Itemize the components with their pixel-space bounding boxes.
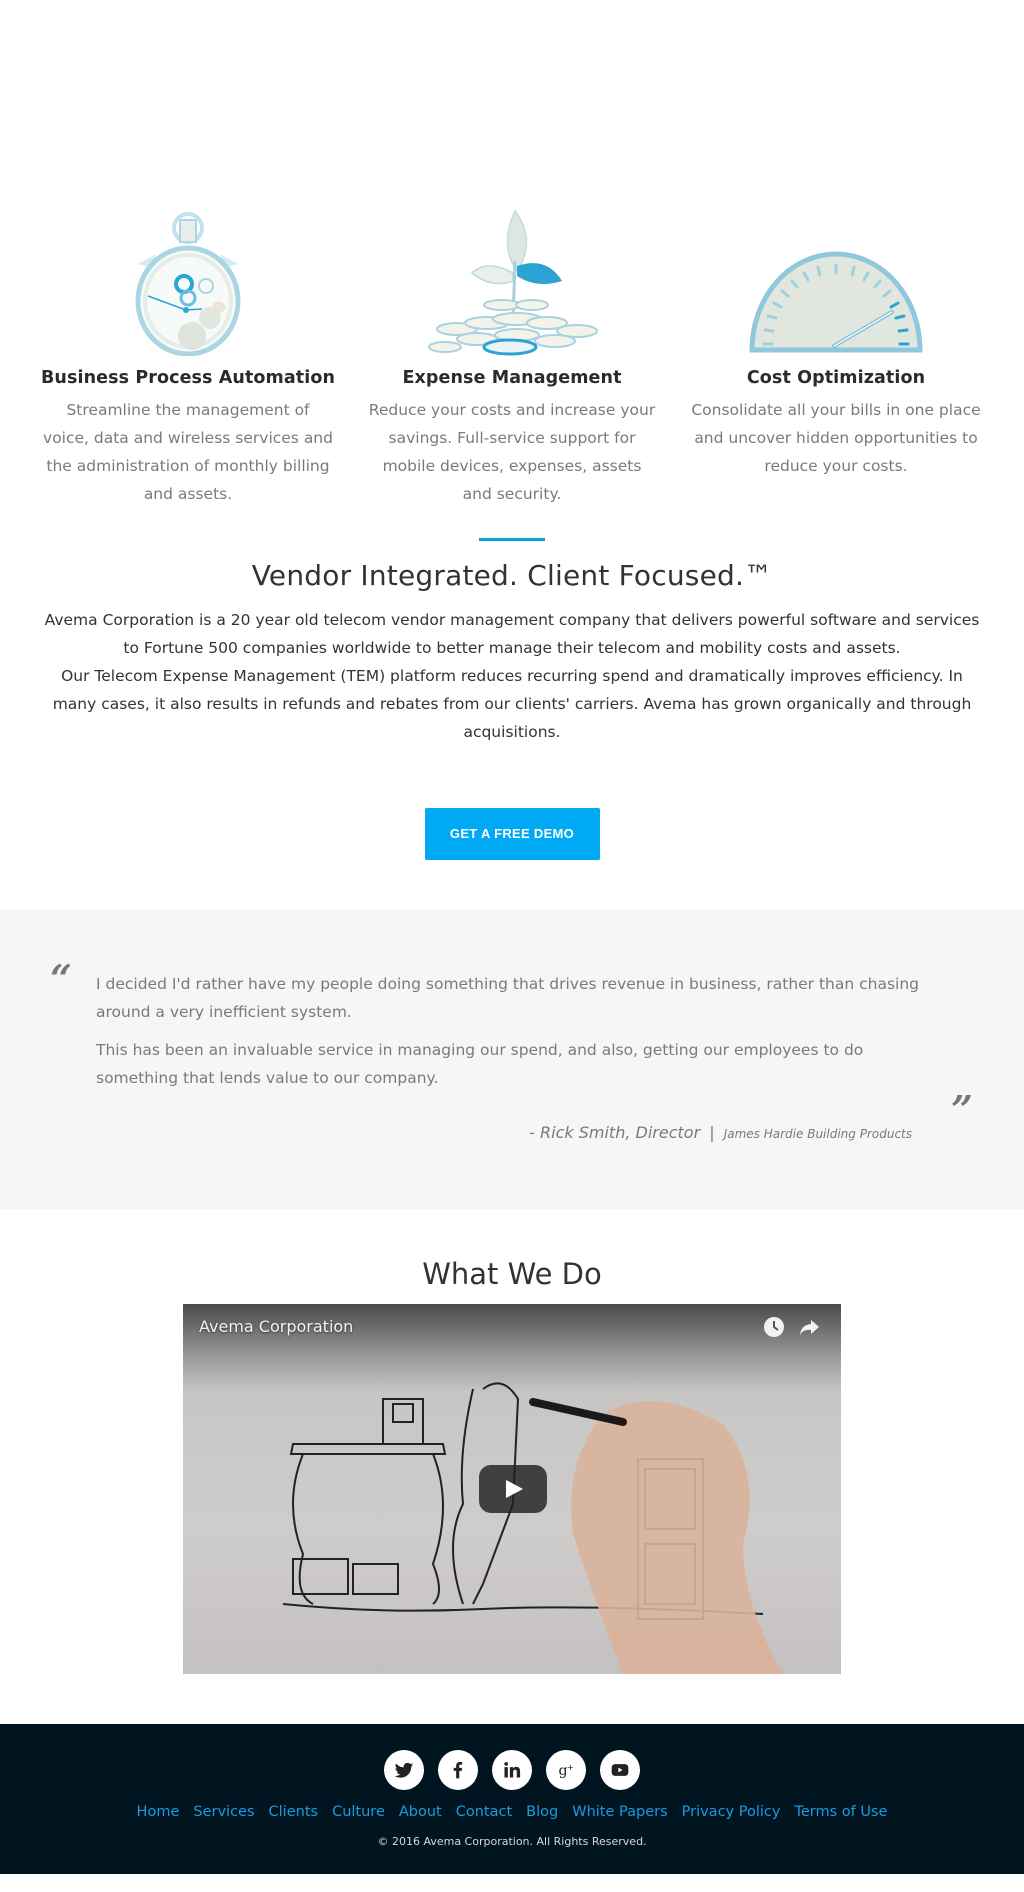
feature-description: Reduce your costs and increase your savi…	[368, 401, 656, 503]
close-quote-icon: ”	[951, 1087, 973, 1132]
linkedin-icon[interactable]	[492, 1750, 532, 1790]
about-section: Vendor Integrated. Client Focused.™ Avem…	[0, 538, 1024, 910]
testimonial-section: “ I decided I'd rather have my people do…	[0, 910, 1024, 1209]
top-spacer	[0, 0, 1024, 196]
footer-link-services[interactable]: Services	[193, 1804, 254, 1820]
attribution-separator: |	[709, 1123, 715, 1142]
testimonial-company: James Hardie Building Products	[723, 1127, 912, 1141]
feature-cost-optimization: Cost Optimization Consolidate all your b…	[681, 196, 991, 508]
footer-link-privacy-policy[interactable]: Privacy Policy	[682, 1804, 781, 1820]
feature-title: Business Process Automation	[40, 368, 336, 388]
open-quote-icon: “	[50, 956, 72, 1001]
testimonial-quote: I decided I'd rather have my people doin…	[96, 970, 926, 1102]
footer-nav: Home Services Clients Culture About Cont…	[0, 1804, 1024, 1820]
footer-link-clients[interactable]: Clients	[269, 1804, 319, 1820]
money-plant-icon	[357, 196, 667, 356]
copyright: © 2016 Avema Corporation. All Rights Res…	[377, 1835, 647, 1848]
social-links: g +	[0, 1750, 1024, 1790]
what-we-do-heading: What We Do	[422, 1257, 602, 1291]
video-title: Avema Corporation	[199, 1317, 354, 1336]
facebook-icon[interactable]	[438, 1750, 478, 1790]
site-footer: g + Home Services Clients Culture About C…	[0, 1724, 1024, 1874]
testimonial-attribution: - Rick Smith, Director | James Hardie Bu…	[529, 1123, 912, 1142]
features-section: Business Process Automation Streamline t…	[0, 196, 1024, 508]
bottom-spacer	[0, 1674, 1024, 1724]
footer-link-terms-of-use[interactable]: Terms of Use	[794, 1804, 887, 1820]
share-icon[interactable]	[798, 1316, 820, 1338]
watch-later-icon[interactable]	[763, 1316, 785, 1338]
feature-description: Streamline the management of voice, data…	[43, 401, 333, 503]
youtube-icon[interactable]	[600, 1750, 640, 1790]
svg-text:+: +	[567, 1762, 574, 1772]
twitter-icon[interactable]	[384, 1750, 424, 1790]
speedometer-icon	[681, 196, 991, 356]
feature-title: Cost Optimization	[746, 368, 926, 388]
testimonial-line: This has been an invaluable service in m…	[96, 1041, 864, 1087]
what-we-do-section: What We Do Avema Corporation	[0, 1209, 1024, 1674]
cta-wrapper: GET A FREE DEMO	[40, 746, 984, 910]
footer-link-blog[interactable]: Blog	[526, 1804, 558, 1820]
footer-link-home[interactable]: Home	[137, 1804, 180, 1820]
feature-title: Expense Management	[402, 368, 622, 388]
testimonial-line: I decided I'd rather have my people doin…	[96, 975, 920, 1021]
footer-link-about[interactable]: About	[399, 1804, 442, 1820]
feature-business-process-automation: Business Process Automation Streamline t…	[33, 196, 343, 508]
footer-link-culture[interactable]: Culture	[332, 1804, 385, 1820]
footer-link-contact[interactable]: Contact	[456, 1804, 512, 1820]
about-heading: Vendor Integrated. Client Focused.™	[251, 559, 773, 592]
about-paragraph-2: Our Telecom Expense Management (TEM) pla…	[52, 667, 972, 741]
video-player[interactable]: Avema Corporation	[183, 1304, 841, 1674]
footer-link-white-papers[interactable]: White Papers	[572, 1804, 667, 1820]
section-divider	[479, 538, 545, 541]
feature-description: Consolidate all your bills in one place …	[691, 401, 981, 475]
testimonial-author: - Rick Smith, Director	[529, 1123, 701, 1142]
stopwatch-icon	[33, 196, 343, 356]
about-paragraph-1: Avema Corporation is a 20 year old telec…	[44, 611, 980, 657]
get-free-demo-button[interactable]: GET A FREE DEMO	[424, 808, 600, 860]
google-plus-icon[interactable]: g +	[546, 1750, 586, 1790]
feature-expense-management: Expense Management Reduce your costs and…	[357, 196, 667, 508]
play-icon[interactable]	[479, 1465, 547, 1513]
